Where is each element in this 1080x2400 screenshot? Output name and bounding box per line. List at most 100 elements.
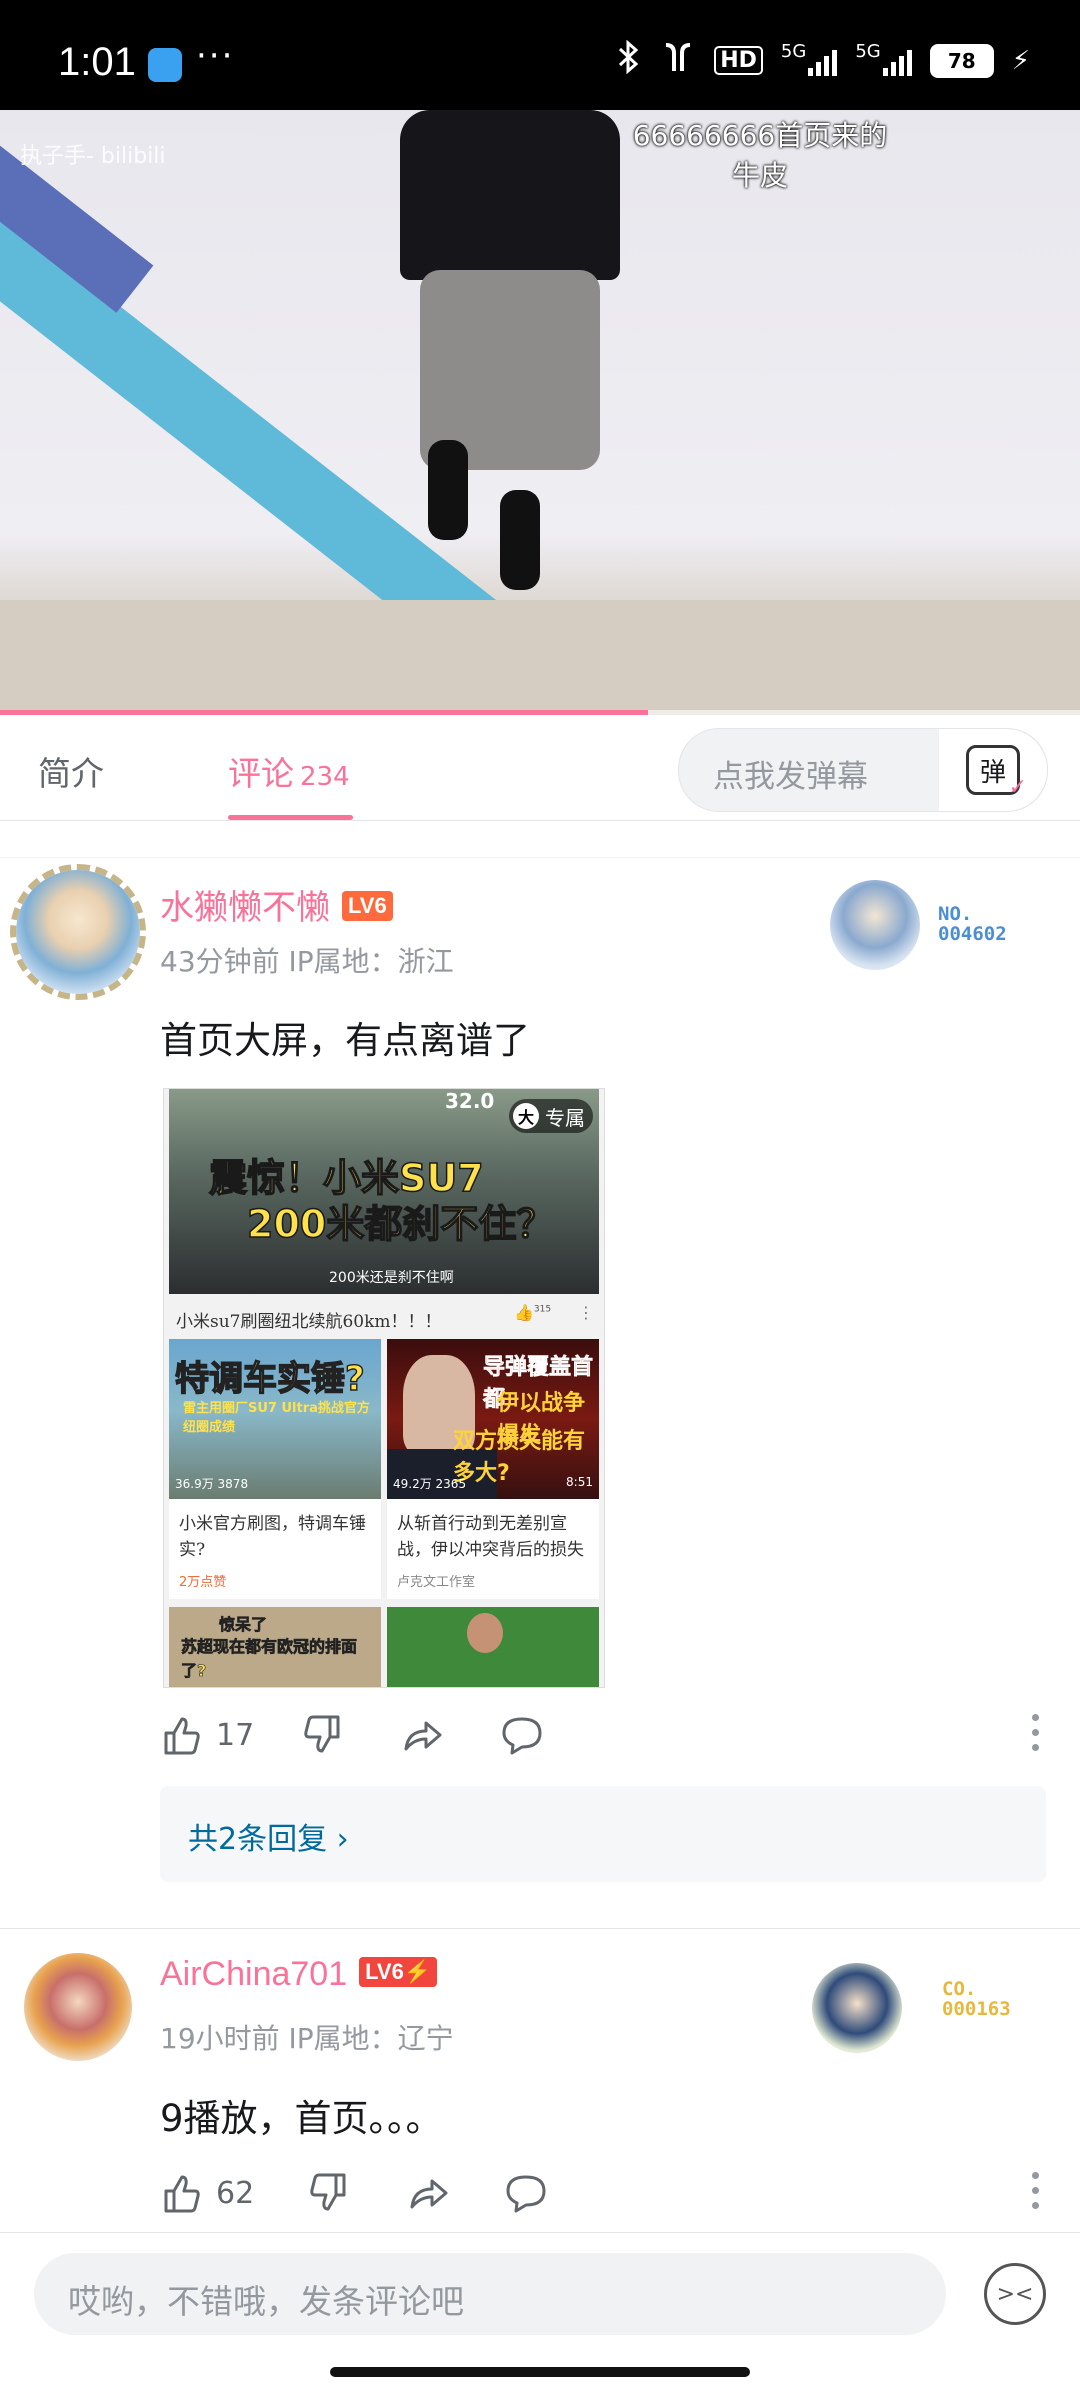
image-card: 导弹覆盖首都 伊以战争爆发 双方损失能有多大? 49.2万 2365 8:51 …	[387, 1339, 599, 1599]
more-notifications-icon: ···	[196, 36, 235, 76]
home-indicator[interactable]	[330, 2367, 750, 2377]
reply-button[interactable]	[504, 2168, 548, 2218]
notification-app-icon	[148, 48, 182, 82]
replies-label: 共2条回复 ›	[188, 1822, 349, 1857]
reply-button[interactable]	[500, 1710, 544, 1760]
username-text: 水獭懒不懒	[160, 889, 330, 927]
signal-icon: 5G	[855, 41, 912, 76]
image-card: 特调车实锤? 雷主用圈厂SU7 Ultra挑战官方纽圈成绩 36.9万 3878…	[169, 1339, 381, 1599]
fan-badge: NO. 004602	[938, 904, 1007, 944]
avatar[interactable]	[24, 1953, 132, 2061]
fan-badge-number: 000163	[942, 1998, 1011, 2020]
danmaku-icon: 弹 ✓	[966, 745, 1027, 800]
view-replies-button[interactable]: 共2条回复 ›	[160, 1786, 1046, 1882]
card-title: 小米官方刷图，特调车锤实?	[179, 1514, 366, 1560]
comment-text: 9播放，首页。。。	[160, 2097, 443, 2140]
danmaku-toggle-button[interactable]: 弹 ✓	[939, 729, 1047, 811]
image-card: 惊呆了 苏超现在都有欧冠的排面了?	[169, 1607, 381, 1687]
card-headline: 苏超现在都有欧冠的排面了?	[181, 1637, 358, 1681]
danmaku-icon-label: 弹	[979, 757, 1006, 788]
image-hero-video: 32.0 震惊！小米SU7 200米都刹不住？ 200米还是刹不住啊 大专属	[169, 1089, 599, 1294]
reply-icon	[502, 1717, 542, 1755]
like-button[interactable]: 62	[160, 2168, 254, 2218]
dislike-button[interactable]	[306, 2168, 350, 2218]
signal-icon: 5G	[781, 41, 838, 76]
tab-comments-label: 评论	[228, 754, 294, 793]
fan-badge-label: CO.	[942, 1978, 977, 2000]
video-frame-floor	[0, 600, 1080, 715]
card-title: 从斩首行动到无差别宣战，伊以冲突背后的损失	[397, 1514, 584, 1560]
comment-actions: 62	[160, 2168, 1040, 2218]
exclusive-badge-icon: 大	[513, 1103, 539, 1129]
like-count: 62	[216, 2175, 255, 2211]
comment-username[interactable]: AirChina701 LV6⚡	[160, 1955, 438, 1994]
level-badge: LV6	[342, 891, 393, 922]
like-icon	[164, 2175, 200, 2213]
comment-input[interactable]: 哎哟，不错哦，发条评论吧	[34, 2253, 946, 2335]
share-icon	[404, 1721, 442, 1751]
dislike-button[interactable]	[300, 1710, 344, 1760]
image-like-icon: 👍315	[514, 1303, 552, 1322]
emoji-icon[interactable]: ><	[984, 2263, 1046, 2325]
share-icon	[410, 2179, 448, 2209]
status-bar: 1:01 ··· HD 5G 5G 78 ⚡	[0, 0, 1080, 110]
fan-badge: CO. 000163	[942, 1979, 1011, 2019]
card-meta: 2万点赞	[179, 1575, 227, 1590]
exclusive-badge-label: 专属	[545, 1105, 585, 1130]
dislike-icon	[304, 1715, 340, 1753]
fan-medal-avatar	[830, 880, 920, 970]
card-headline: 特调车实锤?	[174, 1358, 365, 1399]
exclusive-badge: 大专属	[509, 1099, 593, 1133]
battery-icon: 78	[929, 43, 994, 78]
fan-medal-avatar	[812, 1963, 902, 2053]
comments-count: 234	[300, 762, 350, 792]
status-time: 1:01	[58, 40, 136, 84]
comment-actions: 17	[160, 1710, 1040, 1760]
danmaku-input[interactable]: 点我发弹幕 弹 ✓	[678, 728, 1048, 812]
card-headline: 惊呆了	[219, 1615, 268, 1635]
card-stats: 49.2万 2365	[393, 1477, 467, 1491]
card-stats: 36.9万 3878	[175, 1477, 249, 1491]
share-button[interactable]	[400, 1710, 444, 1760]
network-label: 5G	[780, 40, 807, 62]
danmaku-text: 66666666首页来的 牛皮	[632, 119, 888, 192]
reply-icon	[506, 2175, 546, 2213]
uploader-watermark: 执子手- bilibili	[20, 144, 166, 169]
comment-meta: 43分钟前 IP属地：浙江	[160, 945, 454, 978]
bluetooth-icon	[616, 39, 642, 81]
active-tab-indicator	[228, 815, 353, 820]
like-button[interactable]: 17	[160, 1710, 254, 1760]
fan-badge-label: NO.	[938, 903, 973, 925]
like-count: 17	[216, 1717, 255, 1753]
comment-input-placeholder: 哎哟，不错哦，发条评论吧	[68, 2282, 464, 2321]
charging-icon: ⚡	[1011, 45, 1030, 76]
image-speed: 32.0	[445, 1089, 495, 1113]
network-label: 5G	[855, 40, 881, 62]
image-caption: 小米su7刷圈纽北续航60km！！！	[176, 1312, 442, 1332]
earbuds-icon	[660, 41, 696, 80]
image-subtitle: 200米还是刹不住啊	[329, 1270, 454, 1286]
comment-meta: 19小时前 IP属地：辽宁	[160, 2022, 454, 2055]
tab-intro[interactable]: 简介	[38, 747, 104, 795]
level-badge: LV6⚡	[359, 1957, 438, 1988]
image-headline-2: 200米都刹不住？	[246, 1201, 555, 1247]
divider	[0, 821, 1080, 858]
comment-image[interactable]: 32.0 震惊！小米SU7 200米都刹不住？ 200米还是刹不住啊 大专属 小…	[163, 1088, 605, 1688]
dislike-icon	[310, 2173, 346, 2211]
comment-text: 首页大屏，有点离谱了	[160, 1019, 530, 1062]
comment-username[interactable]: 水獭懒不懒 LV6	[160, 880, 393, 929]
card-subline: 雷主用圈厂SU7 Ultra挑战官方纽圈成绩	[183, 1401, 370, 1435]
divider	[0, 1928, 1080, 1929]
tab-comments[interactable]: 评论 234	[228, 747, 350, 795]
like-icon	[164, 1717, 200, 1755]
avatar[interactable]	[10, 864, 146, 1000]
more-icon[interactable]	[1032, 2172, 1040, 2217]
image-card	[387, 1607, 599, 1687]
video-player[interactable]: 执子手- bilibili 66666666首页来的 牛皮	[0, 110, 1080, 715]
image-like-count: 315	[533, 1304, 552, 1315]
share-button[interactable]	[406, 2168, 450, 2218]
card-duration: 8:51	[566, 1475, 593, 1489]
card-meta: 卢克文工作室	[397, 1575, 476, 1590]
hd-icon: HD	[714, 46, 763, 75]
more-icon[interactable]	[1032, 1714, 1040, 1759]
